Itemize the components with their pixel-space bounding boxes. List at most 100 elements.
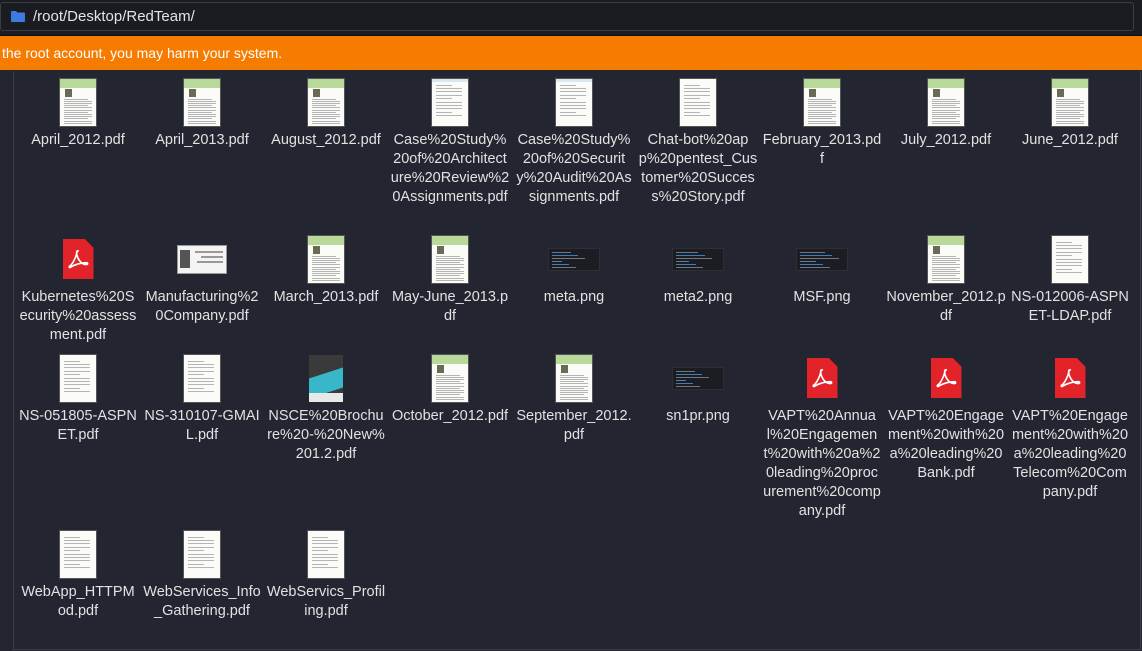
file-item[interactable]: Manufacturing%20Company.pdf xyxy=(140,234,264,326)
pdf-thumbnail xyxy=(432,78,468,126)
pdf-thumbnail xyxy=(432,235,468,283)
file-name: Case%20Study%20of%20Architecture%20Revie… xyxy=(390,132,510,205)
file-item[interactable]: February_2013.pdf xyxy=(760,77,884,169)
file-thumbnail xyxy=(388,353,512,403)
file-thumbnail xyxy=(140,353,264,403)
file-item[interactable]: NSCE%20Brochure%20-%20New%201.2.pdf xyxy=(264,353,388,464)
pdf-thumbnail xyxy=(928,78,964,126)
file-thumbnail xyxy=(388,234,512,284)
file-name: Chat-bot%20app%20pentest_Customer%20Succ… xyxy=(638,132,758,205)
file-name: VAPT%20Engagement%20with%20a%20leading%2… xyxy=(887,408,1005,481)
image-thumbnail xyxy=(672,247,724,271)
file-thumbnail xyxy=(512,353,636,403)
file-item[interactable]: April_2013.pdf xyxy=(140,77,264,150)
file-item[interactable]: MSF.png xyxy=(760,234,884,307)
file-thumbnail xyxy=(884,234,1008,284)
file-icon-view[interactable]: April_2012.pdf April_2013.pdf August_2012.… xyxy=(13,71,1141,650)
file-thumbnail xyxy=(512,234,636,284)
file-name: WebServices_Info_Gathering.pdf xyxy=(143,584,261,619)
image-thumbnail xyxy=(796,247,848,271)
pdf-thumbnail xyxy=(556,354,592,402)
file-item[interactable]: October_2012.pdf xyxy=(388,353,512,426)
file-item[interactable]: WebServices_Info_Gathering.pdf xyxy=(140,529,264,621)
pdf-thumbnail xyxy=(680,78,716,126)
file-name: March_2013.pdf xyxy=(273,289,379,305)
file-thumbnail xyxy=(264,77,388,127)
file-name: May-June_2013.pdf xyxy=(391,289,509,324)
pdf-thumbnail xyxy=(184,78,220,126)
file-thumbnail xyxy=(140,234,264,284)
file-item[interactable]: November_2012.pdf xyxy=(884,234,1008,326)
file-item[interactable]: August_2012.pdf xyxy=(264,77,388,150)
file-name: June_2012.pdf xyxy=(1022,132,1118,148)
file-item[interactable]: NS-310107-GMAIL.pdf xyxy=(140,353,264,445)
file-name: September_2012.pdf xyxy=(516,408,632,443)
file-name: sn1pr.png xyxy=(666,408,730,424)
file-name: NS-051805-ASPNET.pdf xyxy=(19,408,137,443)
file-item[interactable]: May-June_2013.pdf xyxy=(388,234,512,326)
pdf-thumbnail xyxy=(804,78,840,126)
file-thumbnail xyxy=(16,234,140,284)
file-name: November_2012.pdf xyxy=(886,289,1006,324)
file-thumbnail xyxy=(512,77,636,127)
file-item[interactable]: Chat-bot%20app%20pentest_Customer%20Succ… xyxy=(636,77,760,207)
file-name: Manufacturing%20Company.pdf xyxy=(145,289,259,324)
folder-icon xyxy=(11,11,25,22)
file-name: meta.png xyxy=(543,289,605,305)
file-item[interactable]: June_2012.pdf xyxy=(1008,77,1132,150)
file-item[interactable]: Case%20Study%20of%20Security%20Audit%20A… xyxy=(512,77,636,207)
file-item[interactable]: VAPT%20Engagement%20with%20a%20leading%2… xyxy=(1008,353,1132,502)
file-item[interactable]: April_2012.pdf xyxy=(16,77,140,150)
file-thumbnail xyxy=(264,234,388,284)
file-name: August_2012.pdf xyxy=(271,132,381,148)
pdf-thumbnail xyxy=(556,78,592,126)
file-thumbnail xyxy=(388,77,512,127)
file-item[interactable]: NS-051805-ASPNET.pdf xyxy=(16,353,140,445)
file-item[interactable]: NS-012006-ASPNET-LDAP.pdf xyxy=(1008,234,1132,326)
file-thumbnail xyxy=(1008,353,1132,403)
file-name: Case%20Study%20of%20Security%20Audit%20A… xyxy=(516,132,632,205)
file-name: VAPT%20Engagement%20with%20a%20leading%2… xyxy=(1011,408,1129,500)
file-item[interactable]: VAPT%20Engagement%20with%20a%20leading%2… xyxy=(884,353,1008,483)
file-name: WebApp_HTTPMod.pdf xyxy=(21,584,135,619)
file-item[interactable]: Kubernetes%20Security%20assessment.pdf xyxy=(16,234,140,345)
file-item[interactable]: sn1pr.png xyxy=(636,353,760,426)
path-text: /root/Desktop/RedTeam/ xyxy=(33,8,195,25)
pdf-thumbnail xyxy=(928,235,964,283)
file-item[interactable]: September_2012.pdf xyxy=(512,353,636,445)
pdf-thumbnail xyxy=(308,78,344,126)
file-thumbnail xyxy=(16,353,140,403)
file-item[interactable]: Case%20Study%20of%20Architecture%20Revie… xyxy=(388,77,512,207)
file-thumbnail xyxy=(636,353,760,403)
file-item[interactable]: July_2012.pdf xyxy=(884,77,1008,150)
pdf-thumbnail xyxy=(60,78,96,126)
file-name: NSCE%20Brochure%20-%20New%201.2.pdf xyxy=(267,408,385,462)
file-item[interactable]: March_2013.pdf xyxy=(264,234,388,307)
file-name: meta2.png xyxy=(663,289,733,305)
pdf-thumbnail xyxy=(60,354,96,402)
file-item[interactable]: meta2.png xyxy=(636,234,760,307)
location-bar: /root/Desktop/RedTeam/ xyxy=(0,0,1142,36)
file-name: Kubernetes%20Security%20assessment.pdf xyxy=(19,289,137,343)
file-thumbnail xyxy=(884,353,1008,403)
file-thumbnail xyxy=(140,77,264,127)
pdf-thumbnail xyxy=(308,530,344,578)
file-item[interactable]: meta.png xyxy=(512,234,636,307)
file-name: WebServics_Profiling.pdf xyxy=(266,584,386,619)
pdf-thumbnail xyxy=(184,530,220,578)
image-thumbnail xyxy=(672,366,724,390)
file-thumbnail xyxy=(884,77,1008,127)
file-thumbnail xyxy=(760,353,884,403)
pdf-thumbnail xyxy=(1052,78,1088,126)
file-name: NS-012006-ASPNET-LDAP.pdf xyxy=(1011,289,1129,324)
file-thumbnail xyxy=(16,529,140,579)
file-thumbnail xyxy=(140,529,264,579)
file-name: April_2012.pdf xyxy=(31,132,125,148)
root-warning-banner: the root account, you may harm your syst… xyxy=(0,36,1142,70)
file-item[interactable]: WebApp_HTTPMod.pdf xyxy=(16,529,140,621)
path-entry[interactable]: /root/Desktop/RedTeam/ xyxy=(0,2,1134,31)
file-item[interactable]: WebServics_Profiling.pdf xyxy=(264,529,388,621)
file-item[interactable]: VAPT%20Annual%20Engagement%20with%20a%20… xyxy=(760,353,884,521)
pdf-icon xyxy=(930,358,962,398)
file-thumbnail xyxy=(636,234,760,284)
